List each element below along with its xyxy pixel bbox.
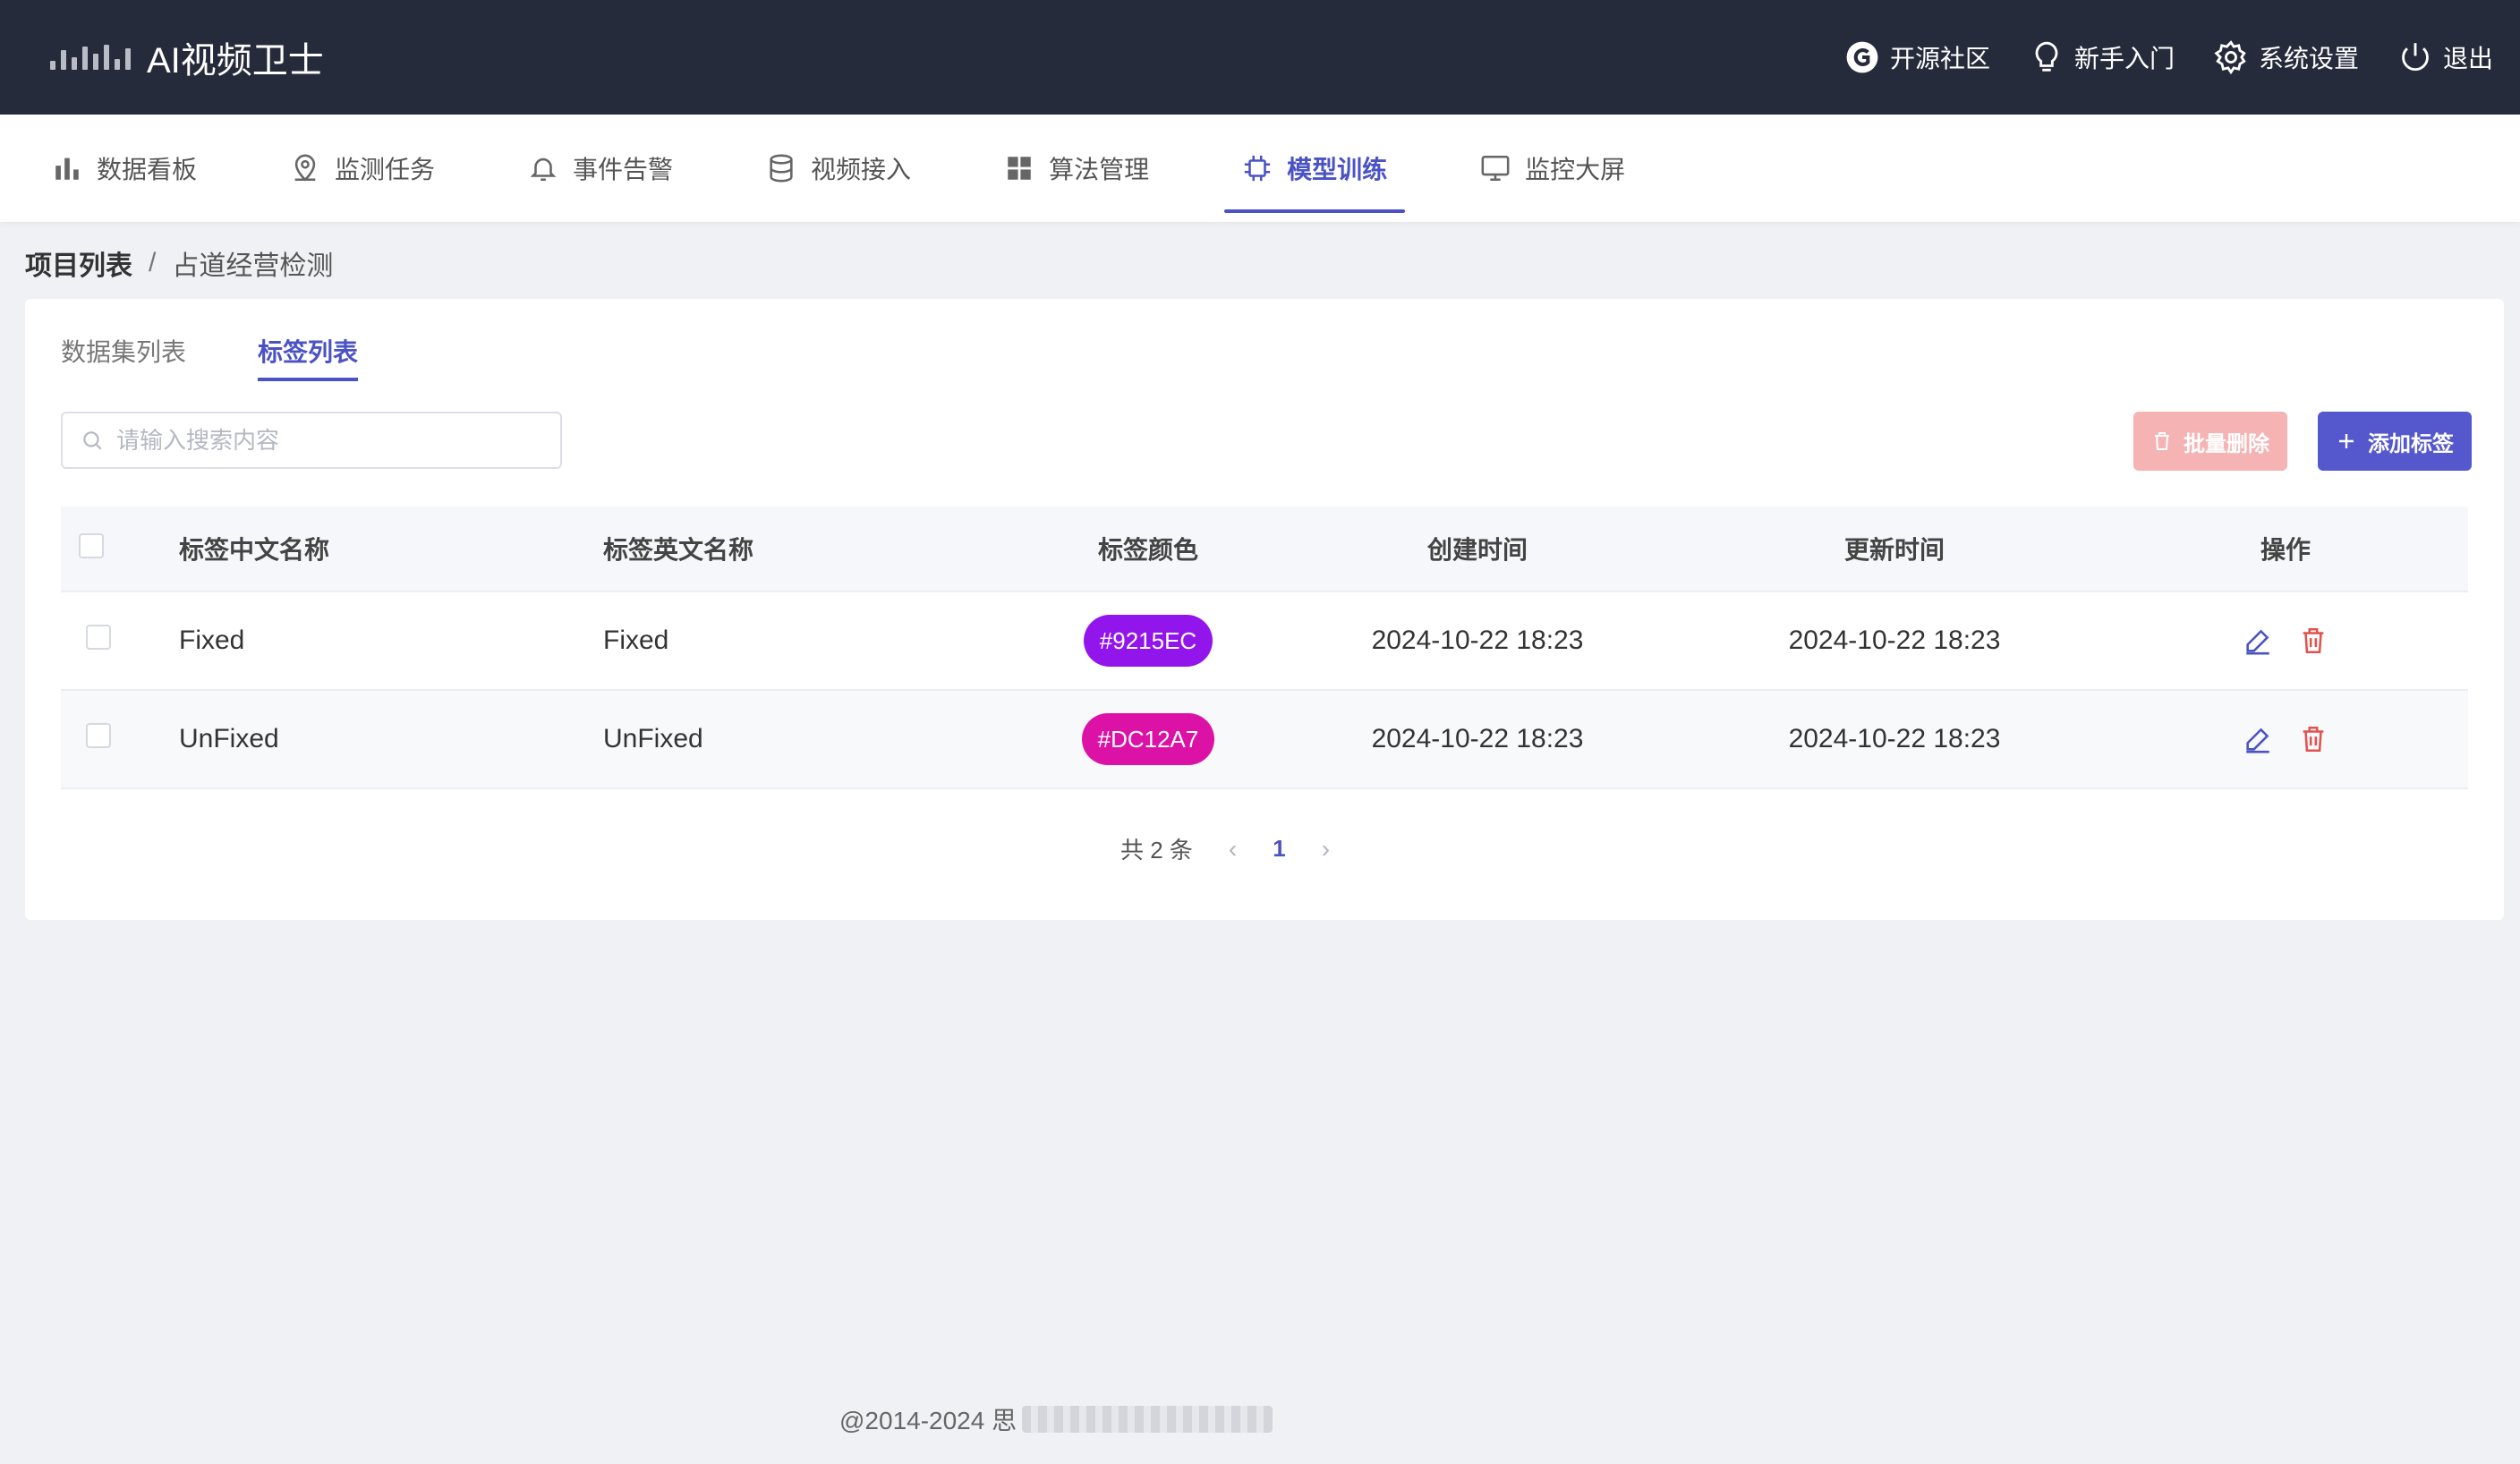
table-row: UnFixed UnFixed #DC12A7 2024-10-22 18:23…	[61, 691, 2468, 789]
nav-label: 视频接入	[811, 156, 912, 183]
search-input[interactable]	[116, 426, 542, 455]
column-header-color: 标签颜色	[1097, 536, 1198, 564]
next-page-button[interactable]: ›	[1322, 835, 1330, 864]
column-header-updated: 更新时间	[1843, 536, 1945, 564]
label-table: 标签中文名称 标签英文名称 标签颜色 创建时间 更新时间 操作 Fixed Fi…	[61, 506, 2468, 789]
column-header-cn-name: 标签中文名称	[179, 536, 330, 564]
getting-started-label: 新手入门	[2073, 45, 2175, 72]
color-badge: #9215EC	[1083, 615, 1213, 667]
trash-icon	[2155, 432, 2169, 450]
cell-color: #9215EC	[1027, 615, 1269, 667]
column-header-ops: 操作	[2260, 536, 2311, 564]
prev-page-button[interactable]: ‹	[1229, 835, 1237, 864]
nav-label: 监测任务	[335, 156, 436, 183]
nav-item-dashboard[interactable]: 数据看板	[34, 115, 215, 222]
redacted-text	[1022, 1406, 1273, 1433]
power-icon	[2402, 43, 2429, 72]
database-icon	[770, 154, 793, 183]
chip-icon	[1244, 155, 1271, 182]
bell-icon	[530, 157, 557, 182]
color-badge: #DC12A7	[1081, 713, 1215, 765]
bar-chart-icon	[55, 157, 79, 180]
nav-item-monitor-tasks[interactable]: 监测任务	[272, 115, 453, 222]
cell-en-name: UnFixed	[603, 724, 703, 753]
footer: @2014-2024 思	[839, 1401, 1273, 1437]
monitor-icon	[1481, 155, 1510, 182]
nav-label: 算法管理	[1049, 156, 1150, 183]
brand-title: AI视频卫士	[147, 41, 324, 81]
nav-label: 模型训练	[1287, 156, 1388, 183]
delete-icon[interactable]	[2298, 724, 2328, 754]
search-box	[61, 412, 562, 469]
column-header-created: 创建时间	[1426, 536, 1528, 564]
breadcrumb-separator: /	[149, 248, 157, 277]
logout-label: 退出	[2442, 45, 2493, 72]
logo-icon	[50, 45, 131, 70]
nav-item-model-training[interactable]: 模型训练	[1224, 115, 1406, 222]
breadcrumb-current: 占道经营检测	[172, 251, 334, 281]
add-label-button[interactable]: 添加标签	[2318, 412, 2472, 471]
nav-item-alerts[interactable]: 事件告警	[510, 115, 691, 222]
cell-updated: 2024-10-22 18:23	[1788, 724, 2001, 753]
main-nav: 数据看板 监测任务 事件告警 视频接入 算法管理 模型训练 监控大屏	[0, 115, 2520, 222]
tab-label-list[interactable]: 标签列表	[258, 333, 359, 381]
cell-cn-name: Fixed	[179, 626, 245, 655]
pagination: 共 2 条 ‹ 1 ›	[1120, 832, 1330, 865]
header-actions: 开源社区 新手入门 系统设置 退出	[1845, 39, 2493, 75]
nav-label: 数据看板	[97, 156, 198, 183]
add-label-label: 添加标签	[2368, 431, 2454, 456]
plus-icon	[2339, 434, 2354, 448]
cell-created: 2024-10-22 18:23	[1371, 724, 1584, 753]
column-header-en-name: 标签英文名称	[603, 536, 754, 564]
community-link[interactable]: 开源社区	[1845, 39, 1990, 75]
nav-item-algorithms[interactable]: 算法管理	[986, 115, 1167, 222]
cell-created: 2024-10-22 18:23	[1371, 626, 1584, 655]
header-select-all	[61, 532, 179, 565]
top-header: AI视频卫士 开源社区 新手入门 系统设置 退出	[0, 0, 2520, 115]
settings-label: 系统设置	[2258, 45, 2359, 72]
delete-icon[interactable]	[2298, 626, 2328, 656]
batch-delete-button[interactable]: 批量删除	[2133, 412, 2287, 471]
grid-icon	[1008, 157, 1031, 180]
location-pin-icon	[294, 154, 316, 182]
edit-icon[interactable]	[2243, 626, 2273, 656]
page-number-button[interactable]: 1	[1273, 835, 1285, 863]
search-icon	[83, 431, 102, 450]
table-header: 标签中文名称 标签英文名称 标签颜色 创建时间 更新时间 操作	[61, 506, 2468, 592]
brand[interactable]: AI视频卫士	[50, 31, 324, 83]
cell-en-name: Fixed	[603, 626, 669, 655]
logout-link[interactable]: 退出	[2398, 39, 2493, 75]
cell-ops	[2103, 724, 2468, 754]
lightbulb-icon	[2035, 41, 2058, 72]
nav-label: 监控大屏	[1525, 156, 1626, 183]
settings-link[interactable]: 系统设置	[2214, 39, 2359, 75]
getting-started-link[interactable]: 新手入门	[2030, 39, 2175, 75]
nav-label: 事件告警	[573, 156, 674, 183]
community-label: 开源社区	[1889, 45, 1990, 72]
tabs: 数据集列表 标签列表	[61, 333, 359, 381]
content-card: 数据集列表 标签列表 批量删除 添加标签 标签中文名称 标签英文名称 标签颜色 …	[25, 299, 2504, 920]
gear-icon	[2214, 40, 2246, 74]
row-select	[61, 723, 179, 755]
table-row: Fixed Fixed #9215EC 2024-10-22 18:23 202…	[61, 592, 2468, 691]
pagination-total: 共 2 条	[1120, 837, 1193, 864]
footer-copyright: @2014-2024 思	[839, 1407, 1017, 1434]
community-icon	[1846, 41, 1878, 73]
breadcrumb-project-list[interactable]: 项目列表	[25, 243, 132, 283]
row-select	[61, 625, 179, 657]
batch-delete-label: 批量删除	[2184, 431, 2269, 456]
tab-dataset-list[interactable]: 数据集列表	[61, 333, 186, 381]
select-all-checkbox[interactable]	[79, 532, 104, 558]
cell-updated: 2024-10-22 18:23	[1788, 626, 2001, 655]
cell-cn-name: UnFixed	[179, 724, 279, 753]
nav-item-video-access[interactable]: 视频接入	[748, 115, 929, 222]
row-checkbox[interactable]	[86, 625, 111, 650]
cell-ops	[2103, 626, 2468, 656]
edit-icon[interactable]	[2243, 724, 2273, 754]
row-checkbox[interactable]	[86, 723, 111, 748]
cell-color: #DC12A7	[1027, 713, 1269, 765]
breadcrumb: 项目列表 / 占道经营检测	[25, 243, 333, 283]
nav-item-big-screen[interactable]: 监控大屏	[1462, 115, 1643, 222]
